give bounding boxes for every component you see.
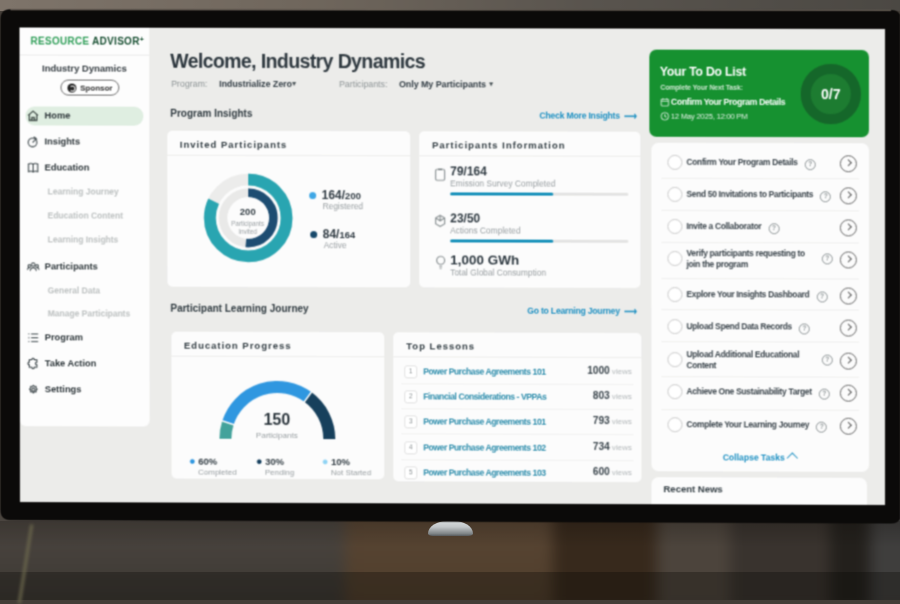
svg-text:0/7: 0/7 — [821, 86, 841, 102]
